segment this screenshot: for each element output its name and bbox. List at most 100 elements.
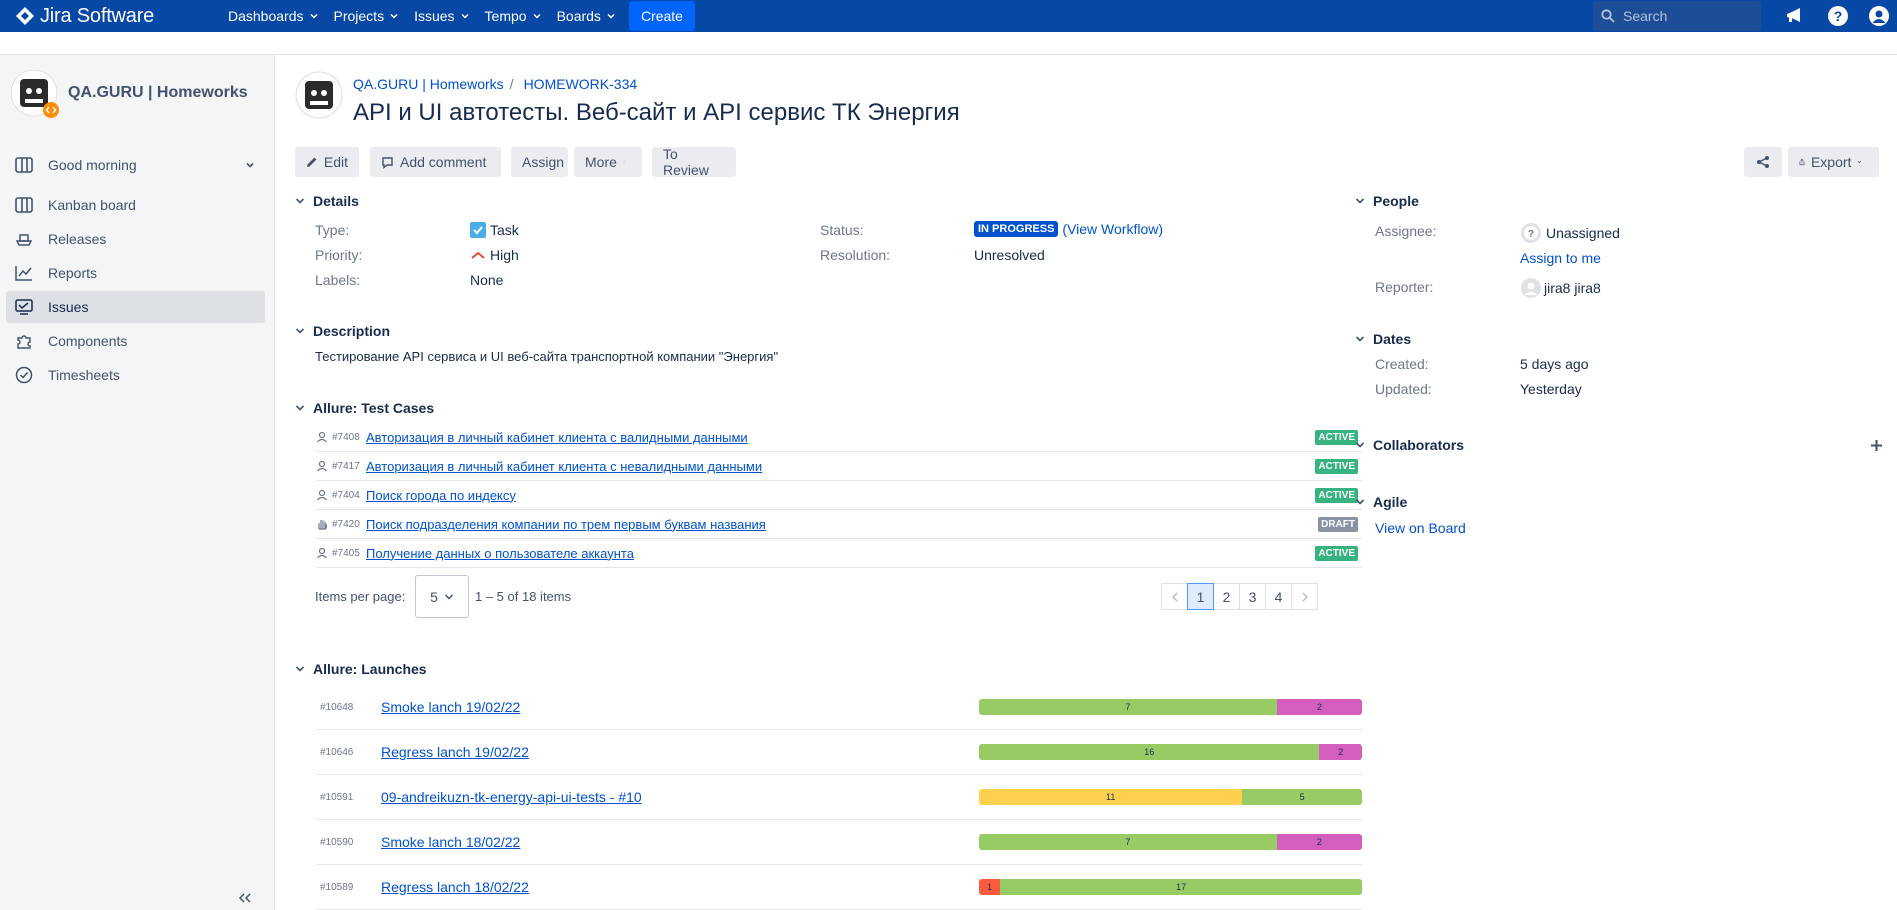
priority-value: High bbox=[470, 247, 519, 263]
edit-button[interactable]: Edit bbox=[295, 147, 359, 177]
launch-result-bar[interactable]: 72 bbox=[979, 834, 1362, 850]
status-label: Status: bbox=[820, 222, 864, 238]
share-icon bbox=[1757, 156, 1769, 168]
test-case-link[interactable]: Поиск подразделения компании по трем пер… bbox=[366, 517, 766, 532]
megaphone-icon[interactable] bbox=[1782, 4, 1806, 28]
share-button[interactable] bbox=[1744, 147, 1782, 177]
chevron-down-icon bbox=[246, 162, 254, 168]
description-section-toggle[interactable]: Description bbox=[295, 323, 390, 339]
test-case-link[interactable]: Поиск города по индексу bbox=[366, 488, 516, 503]
nav-tempo[interactable]: Tempo bbox=[477, 0, 549, 32]
sidebar-item-releases[interactable]: Releases bbox=[6, 223, 265, 255]
sidebar-item-label: Components bbox=[48, 333, 128, 349]
sidebar-item-components[interactable]: Components bbox=[6, 325, 265, 357]
comment-icon bbox=[382, 156, 393, 169]
nav-projects[interactable]: Projects bbox=[326, 0, 407, 32]
launch-result-bar[interactable]: 11 5 bbox=[979, 789, 1362, 805]
nav-projects-label: Projects bbox=[333, 8, 385, 24]
pagination-page[interactable]: 1 bbox=[1187, 583, 1214, 610]
breadcrumb-issue-key[interactable]: HOMEWORK-334 bbox=[524, 76, 638, 92]
description-text[interactable]: Тестирование API сервиса и UI веб-сайта … bbox=[315, 349, 778, 364]
nav-boards[interactable]: Boards bbox=[549, 0, 623, 32]
breadcrumb-project-link[interactable]: QA.GURU | Homeworks bbox=[353, 76, 504, 92]
launch-bar-segment: 7 bbox=[979, 699, 1277, 715]
test-case-link[interactable]: Авторизация в личный кабинет клиента с н… bbox=[366, 459, 762, 474]
sidebar-item-issues[interactable]: Issues bbox=[6, 291, 265, 323]
reporter-value[interactable]: jira8 jira8 bbox=[1520, 277, 1601, 299]
collaborators-section-toggle[interactable]: Collaborators bbox=[1355, 437, 1464, 453]
nav-issues-label: Issues bbox=[414, 8, 455, 24]
assign-button[interactable]: Assign bbox=[511, 147, 568, 177]
test-case-id: #7408 bbox=[332, 431, 360, 443]
created-value: 5 days ago bbox=[1520, 356, 1589, 372]
pagination-page[interactable]: 2 bbox=[1213, 583, 1240, 610]
pagination-page[interactable]: 4 bbox=[1265, 583, 1292, 610]
manual-test-hand-icon bbox=[318, 520, 327, 530]
user-avatar-icon[interactable] bbox=[1867, 4, 1891, 28]
details-heading: Details bbox=[313, 193, 359, 209]
view-workflow-link[interactable]: (View Workflow) bbox=[1062, 221, 1163, 237]
assignee-value-text: Unassigned bbox=[1546, 225, 1620, 241]
launch-link[interactable]: Regress lanch 19/02/22 bbox=[381, 744, 529, 760]
agile-heading: Agile bbox=[1373, 494, 1408, 510]
launch-bar-segment: 1 bbox=[979, 879, 1001, 895]
collaborators-heading: Collaborators bbox=[1373, 437, 1465, 453]
automated-test-icon bbox=[317, 489, 327, 501]
status-lozenge[interactable]: IN PROGRESS bbox=[974, 221, 1059, 237]
pagination-prev[interactable] bbox=[1161, 583, 1188, 610]
test-case-id: #7404 bbox=[332, 489, 360, 501]
details-section-toggle[interactable]: Details bbox=[295, 193, 359, 209]
launch-result-bar[interactable]: 16 2 bbox=[979, 744, 1362, 760]
chevron-right-icon bbox=[1302, 592, 1308, 601]
more-button[interactable]: More bbox=[574, 147, 642, 177]
search-input[interactable]: Search bbox=[1593, 1, 1761, 31]
pagination-next[interactable] bbox=[1291, 583, 1318, 610]
launch-link[interactable]: Smoke lanch 18/02/22 bbox=[381, 834, 520, 850]
issue-project-avatar bbox=[295, 71, 343, 119]
sidebar-item-good-morning[interactable]: Good morning bbox=[6, 149, 265, 181]
test-case-row: #7420 Поиск подразделения компании по тр… bbox=[316, 510, 1362, 539]
launch-link[interactable]: Smoke lanch 19/02/22 bbox=[381, 699, 520, 715]
svg-text:?: ? bbox=[1528, 229, 1534, 240]
agile-section-toggle[interactable]: Agile bbox=[1355, 494, 1407, 510]
create-button[interactable]: Create bbox=[628, 1, 695, 31]
board-icon bbox=[14, 155, 34, 175]
type-value: Task bbox=[470, 222, 519, 238]
export-button[interactable]: Export bbox=[1788, 147, 1879, 177]
launch-link[interactable]: 09-andreikuzn-tk-energy-api-ui-tests - #… bbox=[381, 789, 642, 805]
nav-issues[interactable]: Issues bbox=[406, 0, 476, 32]
nav-dashboards[interactable]: Dashboards bbox=[220, 0, 326, 32]
clock-icon bbox=[14, 365, 34, 385]
test-case-link[interactable]: Получение данных о пользователе аккаунта bbox=[366, 546, 634, 561]
items-per-page-select[interactable]: 5 bbox=[415, 575, 469, 618]
people-section-toggle[interactable]: People bbox=[1355, 193, 1419, 209]
launch-bar-segment: 7 bbox=[979, 834, 1277, 850]
breadcrumb-separator: / bbox=[509, 76, 514, 92]
to-review-button[interactable]: To Review bbox=[652, 146, 736, 178]
project-header[interactable]: QA.GURU | Homeworks bbox=[10, 69, 248, 118]
sidebar-item-timesheets[interactable]: Timesheets bbox=[6, 359, 265, 391]
add-collaborator-plus-icon[interactable] bbox=[1870, 439, 1883, 452]
jira-logo[interactable]: Jira Software bbox=[16, 5, 196, 28]
issue-title[interactable]: API и UI автотесты. Веб-сайт и API серви… bbox=[353, 99, 960, 127]
collapse-sidebar-icon[interactable] bbox=[238, 893, 252, 903]
view-on-board-link[interactable]: View on Board bbox=[1375, 520, 1466, 536]
launch-id: #10646 bbox=[320, 746, 354, 758]
chevron-down-icon bbox=[295, 666, 305, 672]
launches-section-toggle[interactable]: Allure: Launches bbox=[295, 661, 427, 677]
launch-result-bar[interactable]: 72 bbox=[979, 699, 1362, 715]
assign-to-me-link[interactable]: Assign to me bbox=[1520, 250, 1601, 266]
pagination-page[interactable]: 3 bbox=[1239, 583, 1266, 610]
resolution-value: Unresolved bbox=[974, 247, 1045, 263]
launch-row: #10591 09-andreikuzn-tk-energy-api-ui-tes… bbox=[316, 775, 1362, 820]
test-case-link[interactable]: Авторизация в личный кабинет клиента с в… bbox=[366, 430, 748, 445]
sidebar-item-kanban-board[interactable]: Kanban board bbox=[6, 189, 265, 221]
help-icon[interactable]: ? bbox=[1826, 4, 1850, 28]
sidebar-item-reports[interactable]: Reports bbox=[6, 257, 265, 289]
add-comment-button[interactable]: Add comment bbox=[370, 147, 501, 177]
dates-section-toggle[interactable]: Dates bbox=[1355, 331, 1411, 347]
launch-result-bar[interactable]: 1 17 bbox=[979, 879, 1362, 895]
jira-diamond-icon bbox=[16, 7, 34, 25]
launch-link[interactable]: Regress lanch 18/02/22 bbox=[381, 879, 529, 895]
test-cases-section-toggle[interactable]: Allure: Test Cases bbox=[295, 400, 434, 416]
